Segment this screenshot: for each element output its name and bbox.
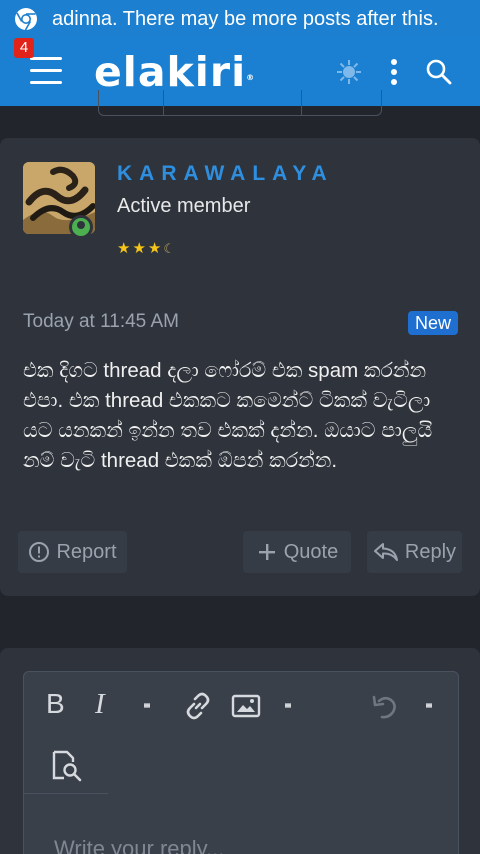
new-badge: New	[408, 311, 458, 335]
user-title: Active member	[117, 195, 251, 217]
reply-label: Reply	[404, 540, 457, 563]
toolbar-divider	[24, 793, 108, 794]
menu-button[interactable]	[30, 57, 62, 85]
post-message: එක දිගට thread දලා ෆෝරම් එක spam කරන්න එ…	[23, 359, 433, 472]
pagination-strip	[98, 90, 382, 116]
quote-label: Quote	[283, 540, 339, 563]
reply-editor[interactable]: B I Write your reply...	[23, 671, 459, 854]
plus-icon	[258, 544, 275, 560]
search-icon[interactable]	[425, 58, 453, 86]
user-rating-stars: ★★★☾	[117, 240, 177, 257]
reply-input-placeholder[interactable]: Write your reply...	[54, 836, 224, 854]
notification-bar: adinna. There may be more posts after th…	[0, 0, 480, 38]
more-options-icon[interactable]	[285, 694, 291, 720]
preview-icon[interactable]	[50, 750, 82, 782]
more-options-icon[interactable]	[144, 694, 150, 720]
image-icon[interactable]	[231, 693, 261, 719]
reply-section: B I Write your reply...	[0, 648, 480, 854]
report-label: Report	[56, 540, 117, 563]
more-vertical-icon[interactable]	[380, 58, 408, 86]
bold-button[interactable]: B	[46, 688, 65, 720]
post-card: KARAWALAYA Active member ★★★☾ Today at 1…	[0, 138, 480, 596]
undo-icon[interactable]	[370, 692, 400, 722]
notification-count-badge: 4	[14, 38, 34, 58]
notification-text: adinna. There may be more posts after th…	[52, 7, 439, 30]
post-timestamp[interactable]: Today at 11:45 AM	[23, 311, 179, 333]
link-icon[interactable]	[183, 691, 213, 721]
chrome-icon	[15, 8, 37, 31]
reply-icon	[373, 543, 398, 561]
more-options-icon[interactable]	[426, 694, 432, 720]
reply-button[interactable]: Reply	[367, 531, 462, 573]
online-status-icon	[69, 215, 93, 239]
theme-toggle-icon[interactable]	[335, 58, 363, 86]
italic-button[interactable]: I	[95, 688, 105, 721]
quote-button[interactable]: Quote	[243, 531, 351, 573]
report-button[interactable]: Report	[18, 531, 127, 573]
report-icon	[29, 542, 50, 562]
post-username[interactable]: KARAWALAYA	[117, 162, 334, 186]
